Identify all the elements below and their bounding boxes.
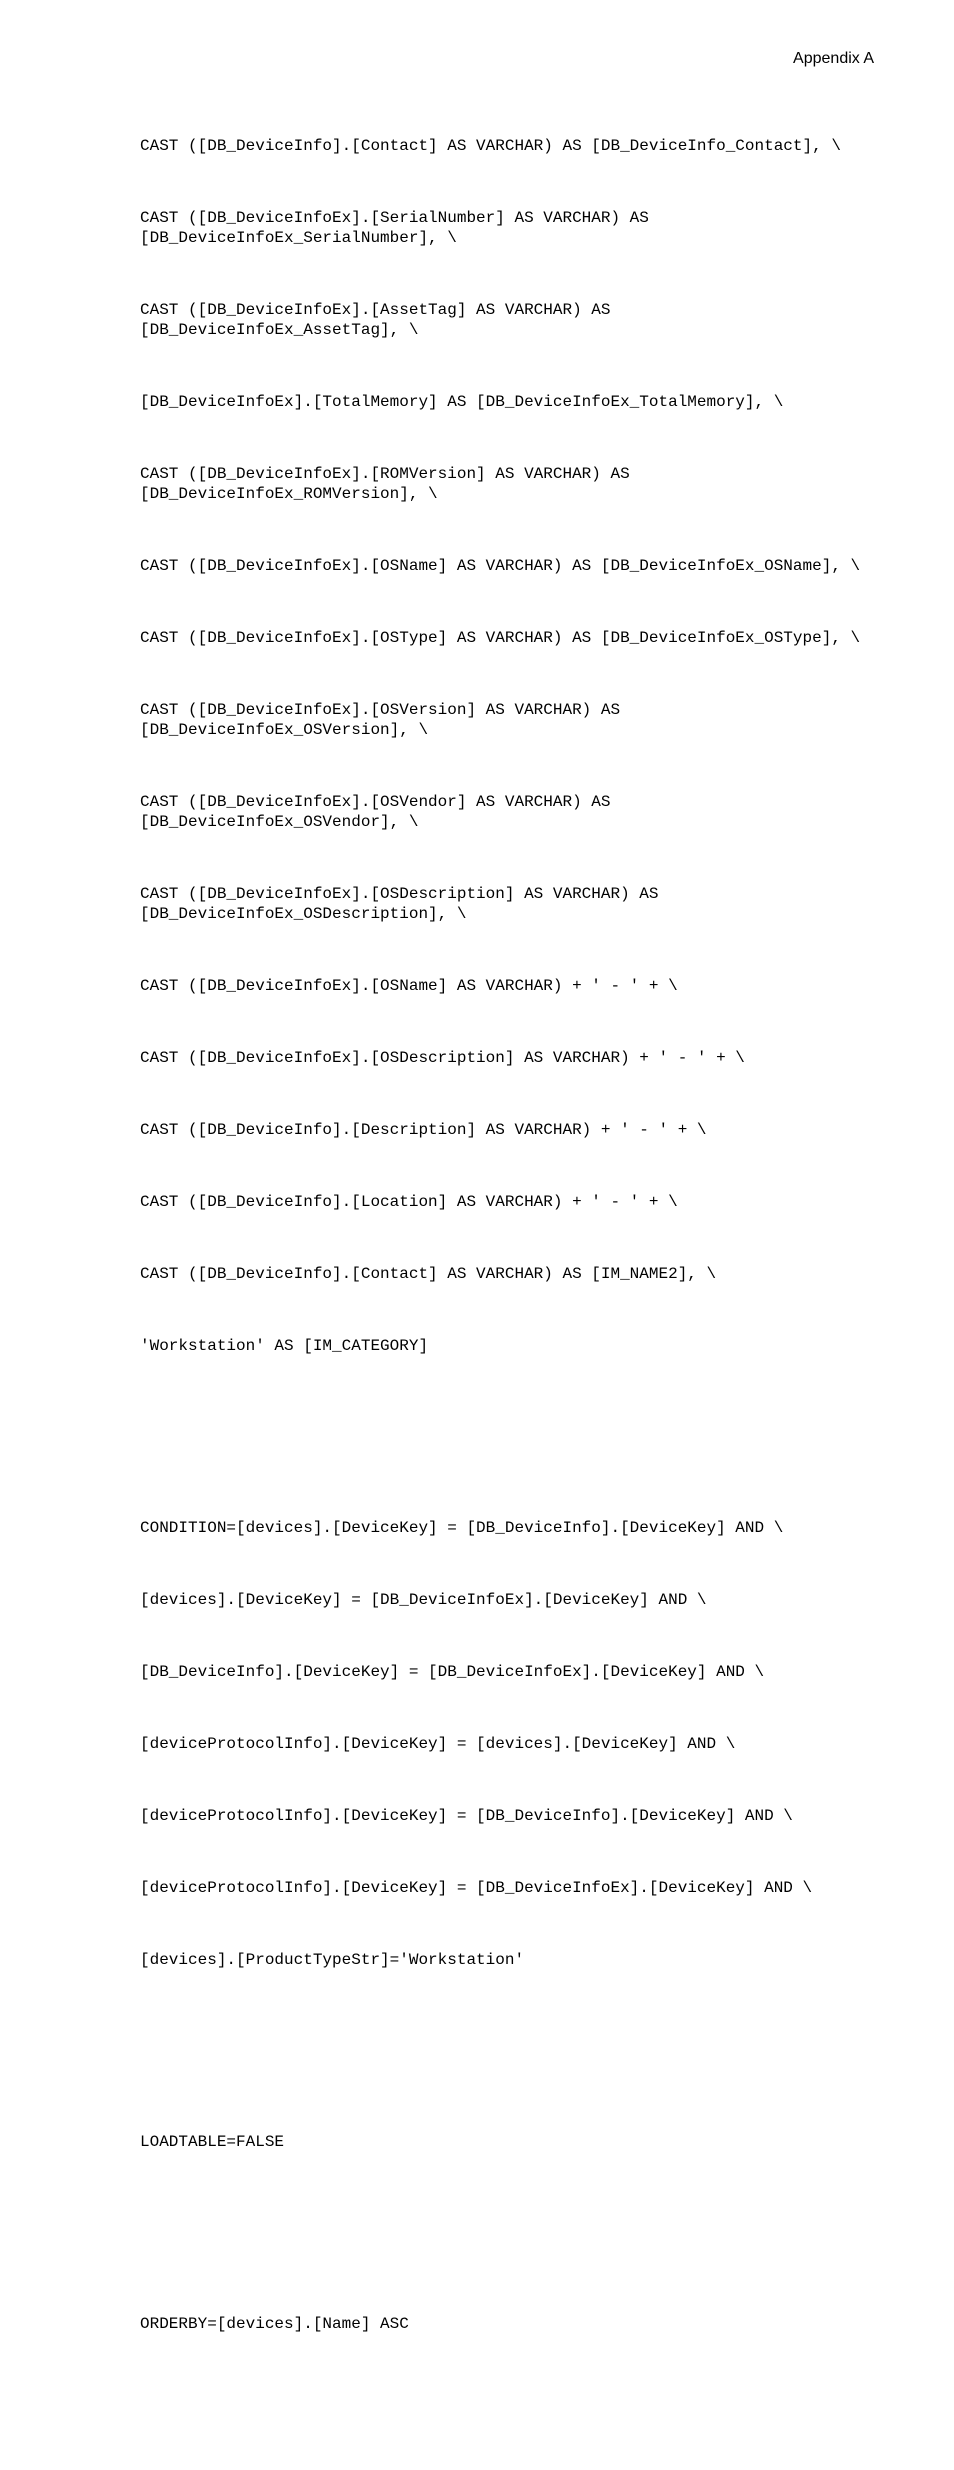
code-line: [devices].[DeviceKey] = [DB_DeviceInfoEx… (140, 1590, 874, 1610)
code-line: ORDERBY=[devices].[Name] ASC (140, 2314, 874, 2334)
code-line: [devices].[ProductTypeStr]='Workstation' (140, 1950, 874, 1970)
code-line: 'Workstation' AS [IM_CATEGORY] (140, 1336, 874, 1356)
code-line: CAST ([DB_DeviceInfoEx].[OSVersion] AS V… (140, 700, 874, 740)
code-line: [deviceProtocolInfo].[DeviceKey] = [DB_D… (140, 1806, 874, 1826)
code-line: CAST ([DB_DeviceInfo].[Contact] AS VARCH… (140, 1264, 874, 1284)
code-line: CAST ([DB_DeviceInfoEx].[OSVendor] AS VA… (140, 792, 874, 832)
header-appendix: Appendix A (140, 50, 874, 68)
code-line: CAST ([DB_DeviceInfoEx].[OSDescription] … (140, 1048, 874, 1068)
code-line: CAST ([DB_DeviceInfo].[Location] AS VARC… (140, 1192, 874, 1212)
code-line: CAST ([DB_DeviceInfoEx].[OSDescription] … (140, 884, 874, 924)
code-line: CAST ([DB_DeviceInfoEx].[OSType] AS VARC… (140, 628, 874, 648)
code-line: CAST ([DB_DeviceInfoEx].[AssetTag] AS VA… (140, 300, 874, 340)
block-gap (140, 2042, 874, 2072)
code-block: CAST ([DB_DeviceInfo].[Contact] AS VARCH… (140, 96, 874, 2470)
code-line: CONDITION=[devices].[DeviceKey] = [DB_De… (140, 1518, 874, 1538)
code-line: CAST ([DB_DeviceInfo].[Description] AS V… (140, 1120, 874, 1140)
block-gap (140, 2406, 874, 2436)
code-line: CAST ([DB_DeviceInfoEx].[ROMVersion] AS … (140, 464, 874, 504)
code-line: CAST ([DB_DeviceInfoEx].[OSName] AS VARC… (140, 976, 874, 996)
document-page: Appendix A CAST ([DB_DeviceInfo].[Contac… (0, 0, 954, 2470)
code-line: CAST ([DB_DeviceInfoEx].[SerialNumber] A… (140, 208, 874, 248)
code-line: [DB_DeviceInfo].[DeviceKey] = [DB_Device… (140, 1662, 874, 1682)
code-line: [deviceProtocolInfo].[DeviceKey] = [devi… (140, 1734, 874, 1754)
code-line: [deviceProtocolInfo].[DeviceKey] = [DB_D… (140, 1878, 874, 1898)
block-gap (140, 2224, 874, 2254)
code-line: CAST ([DB_DeviceInfo].[Contact] AS VARCH… (140, 136, 874, 156)
block-gap (140, 1428, 874, 1458)
code-line: [DB_DeviceInfoEx].[TotalMemory] AS [DB_D… (140, 392, 874, 412)
code-line: LOADTABLE=FALSE (140, 2132, 874, 2152)
code-line: CAST ([DB_DeviceInfoEx].[OSName] AS VARC… (140, 556, 874, 576)
